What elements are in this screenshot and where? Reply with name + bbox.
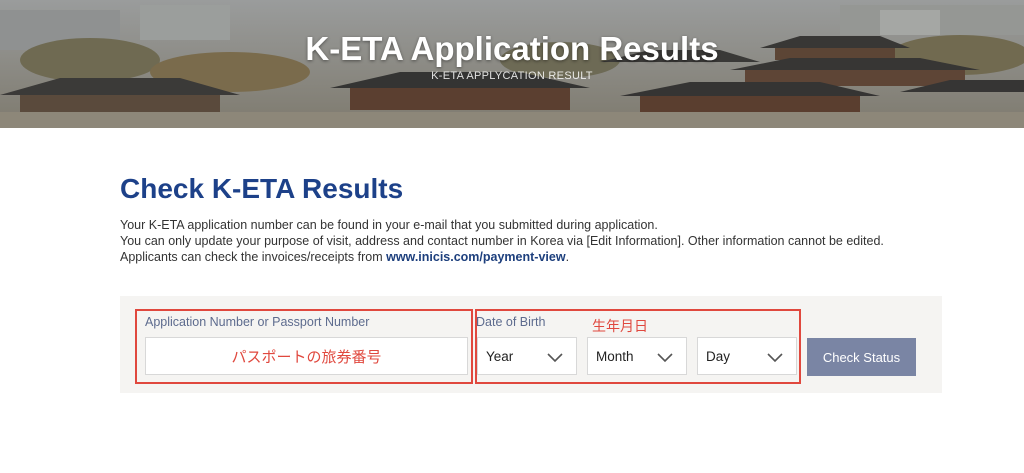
instruction-line-3: Applicants can check the invoices/receip…	[120, 249, 920, 265]
instruction-line-3-suffix: .	[565, 250, 570, 264]
date-of-birth-highlight-box	[475, 309, 801, 384]
banner-subtitle: K-ETA APPLYCATION RESULT	[431, 70, 593, 82]
page-title: Check K-ETA Results	[120, 173, 404, 204]
hero-banner: K-ETA Application Results K-ETA APPLYCAT…	[0, 0, 1024, 128]
instruction-line-2: You can only update your purpose of visi…	[120, 234, 884, 248]
application-number-highlight-box	[135, 309, 473, 384]
instructions: Your K-ETA application number can be fou…	[120, 217, 920, 265]
inicis-payment-link[interactable]: www.inicis.com/payment-view	[386, 250, 565, 264]
banner-title: K-ETA Application Results	[305, 30, 719, 67]
instruction-line-3-prefix: Applicants can check the invoices/receip…	[120, 250, 387, 264]
instruction-line-1: Your K-ETA application number can be fou…	[120, 218, 658, 232]
check-status-button[interactable]: Check Status	[807, 338, 916, 376]
